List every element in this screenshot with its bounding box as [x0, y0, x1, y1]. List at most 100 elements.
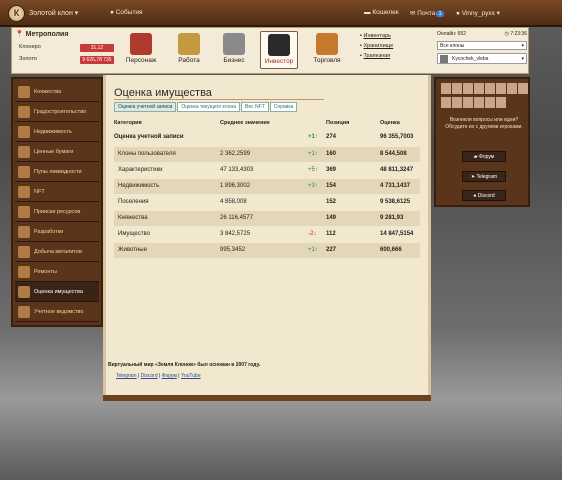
location-label: Метрополия	[25, 31, 69, 38]
row-average: 4 858,008	[220, 199, 247, 205]
footer-link-youtube[interactable]: YouTube	[181, 373, 201, 379]
brand-menu[interactable]: Золотой клон ▾	[29, 9, 78, 17]
avatar[interactable]	[452, 97, 462, 108]
table-row: Поселения 4 858,008 152 9 538,6125	[114, 195, 420, 210]
avatar[interactable]	[441, 97, 451, 108]
avatar[interactable]	[474, 97, 484, 108]
inventory-link[interactable]: ▪ Инвентарь	[360, 31, 393, 41]
wallet-link[interactable]: ▬ Кошелек	[364, 9, 399, 16]
clock-time: 7:23:36	[510, 31, 527, 37]
nav-label: Инвестор	[264, 58, 294, 65]
sidebar-item-label: Недвижимость	[34, 128, 72, 135]
mail-count-badge: 1	[436, 11, 444, 17]
tab-bar: Оценка учетной записи Оценка текущего кл…	[114, 102, 298, 112]
nav-investor[interactable]: Инвестор	[260, 31, 298, 69]
location-pin-icon	[18, 205, 30, 218]
sidebar-item-repairs[interactable]: Ремонты	[15, 262, 99, 282]
resource-name: Клонеро	[19, 44, 41, 50]
user-menu[interactable]: ● Vinny_pyxx ▾	[456, 9, 500, 17]
table-row: Имущество 3 842,5725 -2↓ 112 14 847,5154	[114, 227, 420, 242]
tab-account-valuation[interactable]: Оценка учетной записи	[114, 102, 177, 112]
forum-button[interactable]: ▰ Форум	[462, 151, 506, 162]
title-divider	[114, 99, 324, 100]
avatar[interactable]	[452, 83, 462, 94]
sidebar-item-property-valuation[interactable]: Оценка имущества	[15, 282, 99, 302]
sidebar-item-resource-mines[interactable]: Прииски ресурсов	[15, 202, 99, 222]
footer-link-telegram[interactable]: Telegram	[116, 373, 137, 379]
row-category: Недвижимость	[118, 183, 160, 189]
sidebar-item-real-estate[interactable]: Недвижимость	[15, 122, 99, 142]
telegram-button[interactable]: ➤ Telegram	[462, 171, 506, 182]
online-players-avatars	[440, 83, 528, 111]
footer-link-discord[interactable]: Discord	[141, 373, 158, 379]
table-row: Животные 995,3452 +1↑ 227 600,666	[114, 243, 420, 258]
avatar[interactable]	[507, 83, 517, 94]
sidebar-item-principalities[interactable]: Княжества	[15, 82, 99, 102]
table-row: Недвижимость 1 896,3002 +3↑ 154 4 731,14…	[114, 179, 420, 194]
sidebar-item-label: Оценка имущества	[34, 288, 83, 295]
events-link[interactable]: ● События	[110, 9, 143, 16]
nav-trade[interactable]: Торговля	[308, 33, 346, 64]
sidebar-item-megaliths[interactable]: Добыча мегалитов	[15, 242, 99, 262]
tab-help[interactable]: Справка	[269, 102, 298, 112]
work-icon	[178, 33, 200, 55]
avatar[interactable]	[474, 83, 484, 94]
avatar[interactable]	[485, 97, 495, 108]
nav-label: Торговля	[313, 57, 341, 64]
page-title: Оценка имущества	[114, 87, 212, 99]
avatar[interactable]	[463, 97, 473, 108]
avatar[interactable]	[485, 83, 495, 94]
clone-select[interactable]: Все клоны ▾	[437, 41, 527, 50]
storage-link[interactable]: ▪ Хранилище	[360, 41, 393, 51]
row-category: Клоны пользователя	[118, 151, 176, 157]
row-change: +1↑	[308, 151, 318, 157]
avatar[interactable]	[496, 97, 506, 108]
user-select[interactable]: Kycochek_vleba ▾	[437, 53, 527, 64]
row-average: 2 362,2599	[220, 151, 251, 157]
row-position: 152	[326, 199, 337, 205]
avatar[interactable]	[518, 83, 528, 94]
row-position: 154	[326, 183, 337, 189]
row-category: Характеристики	[118, 167, 163, 173]
discord-icon: ●	[473, 193, 477, 199]
telegram-button-label: Telegram	[476, 174, 498, 180]
tab-clone-valuation[interactable]: Оценка текущего клона	[177, 102, 241, 112]
sidebar-item-securities[interactable]: Ценные бумаги	[15, 142, 99, 162]
character-icon	[130, 33, 152, 55]
avatar[interactable]	[496, 83, 506, 94]
row-value: 600,666	[380, 247, 402, 253]
sidebar-item-registry[interactable]: Учетное ведомство	[15, 302, 99, 322]
sidebar-item-developments[interactable]: Разработки	[15, 222, 99, 242]
nav-work[interactable]: Работа	[170, 33, 208, 64]
logo-icon[interactable]: К	[8, 5, 25, 22]
investor-icon	[268, 34, 290, 56]
sidebar-item-liquidity-pools[interactable]: Пулы ликвидности	[15, 162, 99, 182]
row-category: Имущество	[118, 231, 150, 237]
avatar[interactable]	[441, 83, 451, 94]
sidebar-item-label: Разработки	[34, 228, 64, 235]
mail-label: Почта	[417, 10, 436, 17]
row-value: 9 281,93	[380, 215, 404, 221]
nav-label: Персонаж	[125, 57, 157, 64]
mail-link[interactable]: ✉ Почта 1	[410, 9, 444, 17]
refectory-link[interactable]: ▪ Трапезная	[360, 51, 393, 61]
nav-business[interactable]: Бизнес	[215, 33, 253, 64]
sidebar-item-label: Учетное ведомство	[34, 308, 84, 315]
column-header: Оценка	[380, 120, 400, 126]
document-icon	[18, 145, 30, 158]
row-value: 96 355,7003	[380, 134, 414, 140]
refectory-label: Трапезная	[363, 53, 391, 59]
clone-select-value: Все клоны	[440, 43, 465, 49]
storage-links: ▪ Инвентарь ▪ Хранилище ▪ Трапезная	[360, 31, 393, 61]
sidebar-item-urban-planning[interactable]: Градостроительство	[15, 102, 99, 122]
bottom-scroll-bar	[103, 395, 431, 401]
discord-button[interactable]: ● Discord	[462, 190, 506, 201]
location-title[interactable]: 📍 Метрополия	[15, 30, 115, 38]
nav-character[interactable]: Персонаж	[122, 33, 160, 64]
avatar[interactable]	[463, 83, 473, 94]
sidebar-item-label: Ремонты	[34, 268, 57, 275]
footer-link-forum[interactable]: Форум	[162, 373, 177, 379]
tab-nft-weight[interactable]: Вес NFT	[241, 102, 269, 112]
business-icon	[223, 33, 245, 55]
sidebar-item-nft[interactable]: NFT	[15, 182, 99, 202]
